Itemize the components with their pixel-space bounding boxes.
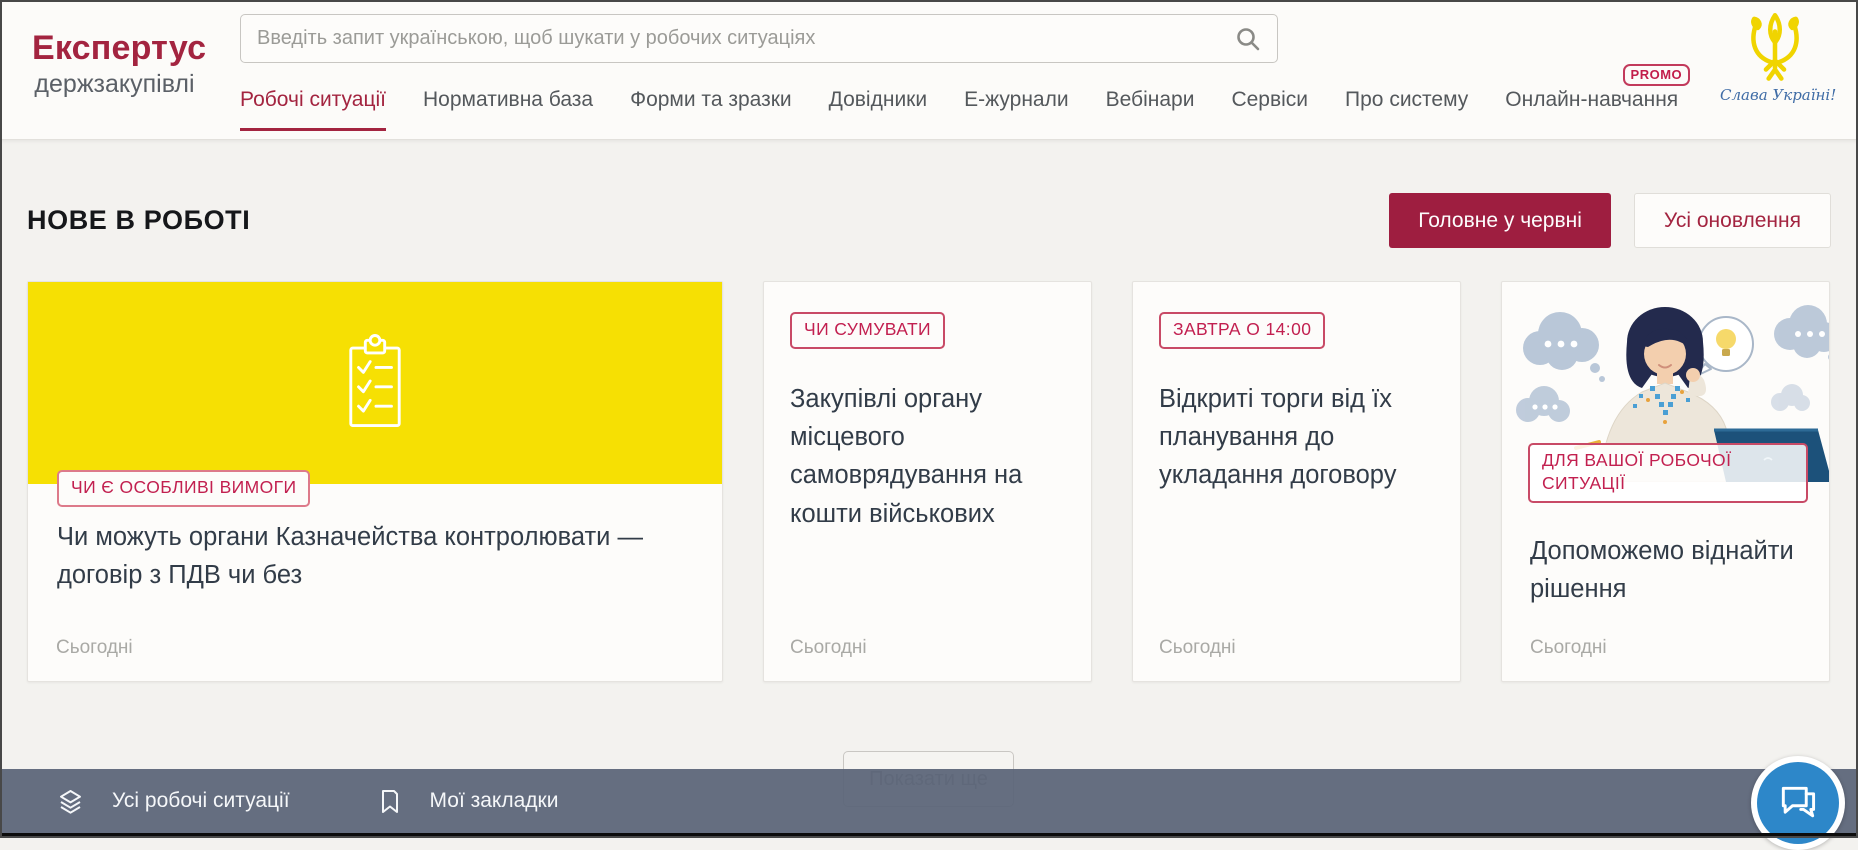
hero-yellow-banner — [28, 282, 722, 484]
layers-icon — [57, 788, 84, 815]
nav-item-e-zhurnaly[interactable]: Е-журнали — [964, 88, 1069, 128]
logo-subtitle: держзакупівлі — [32, 71, 197, 99]
all-updates-button[interactable]: Усі оновлення — [1634, 193, 1831, 248]
footer-item-label: Усі робочі ситуації — [112, 789, 290, 813]
card-date: Сьогодні — [790, 637, 867, 659]
page-title: НОВЕ В РОБОТІ — [27, 205, 250, 236]
chat-bubbles-icon — [1775, 781, 1821, 825]
main-in-june-button[interactable]: Головне у червні — [1389, 193, 1611, 248]
bookmark-icon — [378, 788, 402, 815]
card-treasury-control[interactable]: ЧИ Є ОСОБЛИВІ ВИМОГИ Чи можуть органи Ка… — [27, 281, 723, 682]
search-icon[interactable] — [1235, 26, 1261, 52]
nav-item-servisy[interactable]: Сервіси — [1231, 88, 1308, 128]
nav-item-vebinary[interactable]: Вебінари — [1106, 88, 1195, 128]
card-badge: ЧИ СУМУВАТИ — [790, 312, 945, 349]
card-open-tenders-webinar[interactable]: ЗАВТРА О 14:00 Відкриті торги від їх пла… — [1132, 281, 1461, 682]
main-nav: Робочі ситуації Нормативна база Форми та… — [240, 88, 1678, 131]
card-title: Чи можуть органи Казначейства контролюва… — [57, 518, 687, 595]
card-local-government-purchases[interactable]: ЧИ СУМУВАТИ Закупівлі органу місцевого с… — [763, 281, 1092, 682]
card-title: Закупівлі органу місцевого самоврядуванн… — [790, 380, 1065, 533]
nav-item-robochi-sytuatsii[interactable]: Робочі ситуації — [240, 88, 386, 131]
card-date: Сьогодні — [1530, 637, 1607, 659]
nav-item-formy-ta-zrazky[interactable]: Форми та зразки — [630, 88, 792, 128]
card-title: Відкриті торги від їх планування до укла… — [1159, 380, 1434, 495]
footer-item-label: Мої закладки — [430, 789, 559, 813]
nav-item-onlain-navchannia[interactable]: Онлайн-навчання PROMO — [1505, 88, 1678, 128]
card-badge: ДЛЯ ВАШОЇ РОБОЧОЇ СИТУАЦІЇ — [1528, 443, 1808, 503]
nav-item-dovidnyky[interactable]: Довідники — [829, 88, 927, 128]
all-work-situations-link[interactable]: Усі робочі ситуації — [57, 788, 290, 815]
bottom-toolbar: Усі робочі ситуації Мої закладки — [0, 769, 1858, 833]
cards-grid: ЧИ Є ОСОБЛИВІ ВИМОГИ Чи можуть органи Ка… — [27, 281, 1830, 682]
chat-widget-circle — [1757, 762, 1839, 844]
card-date: Сьогодні — [56, 637, 133, 659]
nav-item-label: Онлайн-навчання — [1505, 88, 1678, 111]
logo[interactable]: Експертус держзакупівлі — [32, 28, 197, 98]
clipboard-checklist-icon — [344, 330, 406, 434]
nav-item-normatyvna-baza[interactable]: Нормативна база — [423, 88, 593, 128]
promo-badge: PROMO — [1623, 64, 1691, 86]
header: Експертус держзакупівлі Робочі ситуації … — [0, 0, 1858, 140]
section-heading-row: НОВЕ В РОБОТІ Головне у червні Усі оновл… — [27, 193, 1831, 248]
window-bottom-edge — [0, 833, 1858, 838]
card-badge: ЗАВТРА О 14:00 — [1159, 312, 1325, 349]
search-input[interactable] — [241, 15, 1235, 62]
patriotic-block: Слава Україні! — [1720, 8, 1830, 104]
section-buttons: Головне у червні Усі оновлення — [1389, 193, 1831, 248]
my-bookmarks-link[interactable]: Мої закладки — [378, 788, 559, 815]
logo-brand: Експертус — [32, 28, 197, 69]
card-badge: ЧИ Є ОСОБЛИВІ ВИМОГИ — [57, 470, 310, 507]
slogan-text: Слава Україні! — [1720, 86, 1830, 104]
card-find-solution[interactable]: ДЛЯ ВАШОЇ РОБОЧОЇ СИТУАЦІЇ Допоможемо ві… — [1501, 281, 1830, 682]
ukraine-trident-icon — [1738, 8, 1812, 84]
nav-item-pro-systemu[interactable]: Про систему — [1345, 88, 1468, 128]
card-title: Допоможемо віднайти рішення — [1530, 532, 1810, 609]
card-date: Сьогодні — [1159, 637, 1236, 659]
search-box — [240, 14, 1278, 63]
